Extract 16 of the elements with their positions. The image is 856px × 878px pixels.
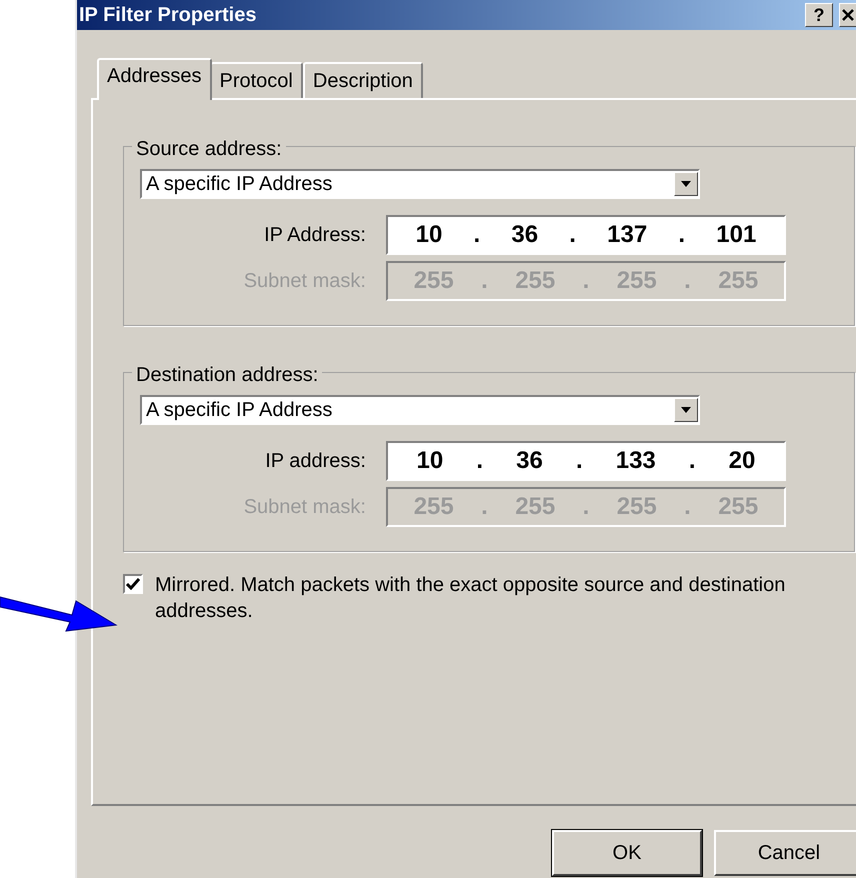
ip-address-field[interactable]: 10 . 36 . 137 . 101 [386,215,786,255]
ip-label: IP Address: [263,223,366,248]
tab[interactable]: Addresses [97,58,212,100]
tab[interactable]: Protocol [210,62,303,98]
dropdown[interactable]: A specific IP Address [140,395,700,425]
tab[interactable]: Description [302,62,423,98]
subnet-label: Subnet mask: [242,495,366,520]
checkbox-label: Mirrored. Match packets with the exact opposite source and destination addresses. [155,573,786,624]
help-button[interactable]: ? [805,3,833,27]
dialog-button[interactable]: Cancel [714,830,856,876]
subnet-label: Subnet mask: [242,269,366,294]
dialog-button[interactable]: OK [552,830,702,876]
dropdown[interactable]: A specific IP Address [140,169,700,199]
window-title: IP Filter Properties [79,3,256,28]
ip-address-field[interactable]: 10 . 36 . 133 . 20 [386,441,786,481]
ip-label: IP address: [264,449,366,474]
